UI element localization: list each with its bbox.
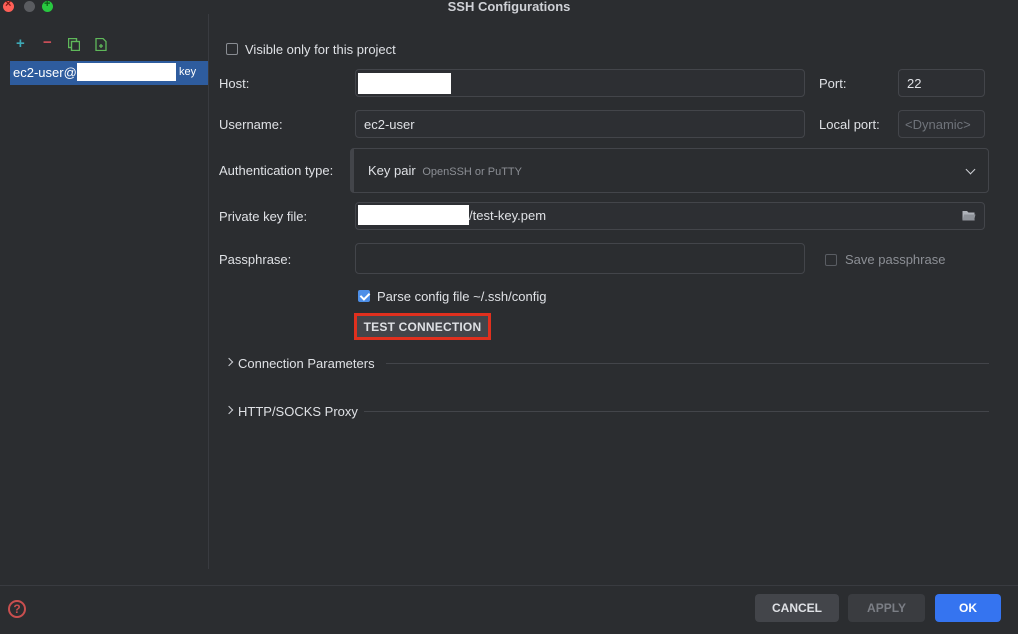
footer-divider <box>0 585 1018 586</box>
auth-type-label: Authentication type: <box>219 163 334 178</box>
cancel-label: CANCEL <box>772 601 822 615</box>
private-key-value: /test-key.pem <box>469 208 547 223</box>
config-list-item-suffix: key <box>179 66 197 78</box>
local-port-label: Local port: <box>819 117 880 132</box>
username-label: Username: <box>219 117 283 132</box>
connection-params-section[interactable]: Connection Parameters <box>238 356 375 371</box>
proxy-section[interactable]: HTTP/SOCKS Proxy <box>238 404 358 419</box>
section-divider <box>386 363 989 364</box>
copy-icon[interactable] <box>67 37 81 52</box>
help-glyph: ? <box>13 602 21 616</box>
private-key-label: Private key file: <box>219 209 308 224</box>
test-connection-button[interactable]: TEST CONNECTION <box>354 313 491 340</box>
port-label: Port: <box>819 76 847 91</box>
username-input[interactable]: ec2-user <box>355 110 805 138</box>
chevron-right-icon[interactable] <box>224 357 234 367</box>
local-port-placeholder: <Dynamic> <box>905 116 971 132</box>
save-passphrase-label: Save passphrase <box>845 252 946 267</box>
auth-type-selection: Key pair OpenSSH or PuTTY <box>368 163 522 178</box>
window-title: SSH Configurations <box>447 0 571 14</box>
port-value: 22 <box>907 75 922 91</box>
auth-type-dropdown[interactable]: Key pair OpenSSH or PuTTY <box>350 148 989 193</box>
apply-button[interactable]: APPLY <box>848 594 925 622</box>
redacted-key-path <box>358 205 469 225</box>
help-icon[interactable]: ? <box>8 600 26 618</box>
section-divider <box>364 411 989 412</box>
passphrase-input[interactable] <box>355 243 805 274</box>
redacted-host-value <box>358 73 451 94</box>
cancel-button[interactable]: CANCEL <box>755 594 839 622</box>
auth-type-value: Key pair <box>368 163 416 178</box>
config-list-panel <box>0 14 209 569</box>
port-input[interactable]: 22 <box>898 69 985 97</box>
chevron-right-icon[interactable] <box>224 405 234 415</box>
auth-type-hint: OpenSSH or PuTTY <box>422 166 522 178</box>
visible-only-checkbox[interactable] <box>226 43 238 55</box>
minus-icon[interactable]: − <box>43 35 52 51</box>
config-list-item-label: ec2-user@ <box>13 65 77 80</box>
folder-icon[interactable] <box>962 209 976 221</box>
import-file-icon[interactable] <box>95 37 107 52</box>
apply-label: APPLY <box>867 601 906 615</box>
chevron-down-icon <box>965 164 976 174</box>
passphrase-label: Passphrase: <box>219 252 292 267</box>
ok-label: OK <box>959 601 977 615</box>
test-connection-label: TEST CONNECTION <box>363 319 482 334</box>
parse-config-checkbox[interactable] <box>358 290 370 302</box>
redacted-host-block <box>77 63 176 81</box>
visible-only-label: Visible only for this project <box>245 42 396 57</box>
username-value: ec2-user <box>364 116 415 132</box>
save-passphrase-checkbox[interactable] <box>825 254 837 266</box>
plus-icon[interactable]: + <box>16 36 25 52</box>
ok-button[interactable]: OK <box>935 594 1001 622</box>
local-port-input[interactable]: <Dynamic> <box>898 110 985 138</box>
host-label: Host: <box>219 76 250 91</box>
parse-config-label: Parse config file ~/.ssh/config <box>377 289 547 304</box>
